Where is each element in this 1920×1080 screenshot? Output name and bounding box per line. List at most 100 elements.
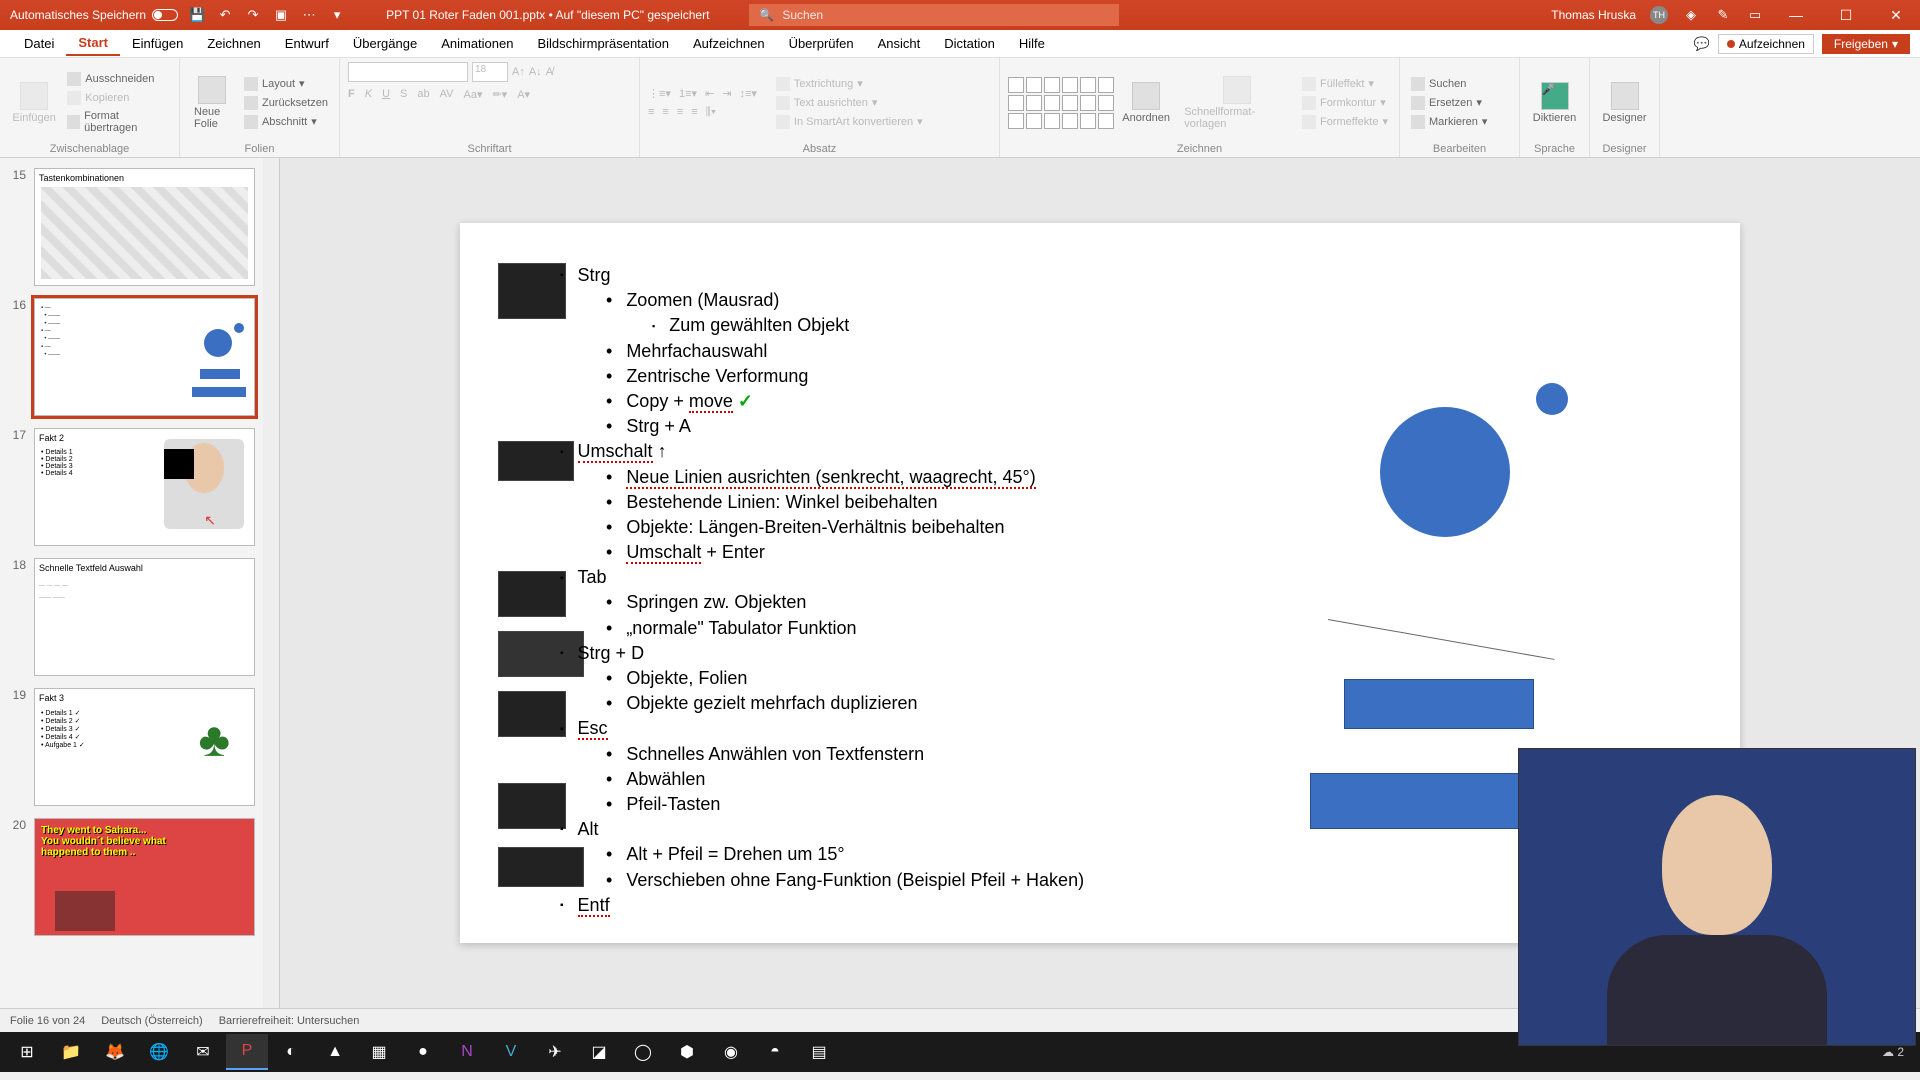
designer-button[interactable]: Designer bbox=[1598, 78, 1651, 128]
justify-icon[interactable]: ≡ bbox=[691, 106, 697, 119]
cut-button[interactable]: Ausschneiden bbox=[64, 71, 171, 87]
tab-uebergaenge[interactable]: Übergänge bbox=[341, 32, 429, 55]
redo-icon[interactable]: ↷ bbox=[244, 6, 262, 24]
chrome-icon[interactable]: 🌐 bbox=[138, 1034, 180, 1070]
slide-thumb-15[interactable]: 15 Tastenkombinationen bbox=[0, 162, 263, 292]
app-icon-6[interactable]: ⬢ bbox=[666, 1034, 708, 1070]
search-input[interactable]: 🔍 Suchen bbox=[749, 4, 1119, 26]
shape-line[interactable] bbox=[1328, 619, 1555, 660]
paste-button[interactable]: Einfügen bbox=[8, 78, 60, 128]
start-button[interactable]: ⊞ bbox=[6, 1034, 48, 1070]
reset-button[interactable]: Zurücksetzen bbox=[241, 95, 331, 111]
tab-dictation[interactable]: Dictation bbox=[932, 32, 1007, 55]
comments-icon[interactable]: 💬 bbox=[1694, 36, 1710, 52]
diamond-icon[interactable]: ◈ bbox=[1682, 6, 1700, 24]
powerpoint-icon[interactable]: P bbox=[226, 1034, 268, 1070]
copy-button[interactable]: Kopieren bbox=[64, 90, 171, 106]
app-icon-1[interactable]: ◐ bbox=[270, 1034, 312, 1070]
tab-hilfe[interactable]: Hilfe bbox=[1007, 32, 1057, 55]
visio-icon[interactable]: V bbox=[490, 1034, 532, 1070]
new-slide-button[interactable]: Neue Folie bbox=[188, 72, 237, 134]
font-color-icon[interactable]: A▾ bbox=[517, 88, 530, 101]
case-icon[interactable]: Aa▾ bbox=[463, 88, 482, 101]
italic-button[interactable]: K bbox=[365, 88, 372, 101]
telegram-icon[interactable]: ✈ bbox=[534, 1034, 576, 1070]
shape-rect-1[interactable] bbox=[1344, 679, 1534, 729]
app-icon-3[interactable]: ● bbox=[402, 1034, 444, 1070]
tab-entwurf[interactable]: Entwurf bbox=[273, 32, 341, 55]
app-icon-8[interactable]: ◓ bbox=[754, 1034, 796, 1070]
section-button[interactable]: Abschnitt▾ bbox=[241, 114, 331, 130]
app-icon-2[interactable]: ▦ bbox=[358, 1034, 400, 1070]
thumb-scrollbar[interactable] bbox=[263, 158, 279, 1008]
vlc-icon[interactable]: ▲ bbox=[314, 1034, 356, 1070]
slide-thumb-19[interactable]: 19 Fakt 3 • Details 1 ✓• Details 2 ✓• De… bbox=[0, 682, 263, 812]
share-button[interactable]: Freigeben▾ bbox=[1822, 34, 1910, 54]
fill-button[interactable]: Fülleffekt▾ bbox=[1299, 76, 1391, 92]
minimize-button[interactable]: — bbox=[1778, 0, 1814, 30]
app-icon-7[interactable]: ◉ bbox=[710, 1034, 752, 1070]
onenote-icon[interactable]: N bbox=[446, 1034, 488, 1070]
user-name[interactable]: Thomas Hruska bbox=[1551, 8, 1636, 22]
tab-ueberpruefen[interactable]: Überprüfen bbox=[777, 32, 866, 55]
align-text-button[interactable]: Text ausrichten▾ bbox=[773, 95, 926, 111]
pen-icon[interactable]: ✎ bbox=[1714, 6, 1732, 24]
clear-format-icon[interactable]: A̸ bbox=[546, 66, 553, 78]
shapes-gallery[interactable] bbox=[1008, 77, 1114, 129]
bold-button[interactable]: F bbox=[348, 88, 355, 101]
dictate-button[interactable]: 🎤Diktieren bbox=[1528, 78, 1581, 128]
record-button[interactable]: Aufzeichnen bbox=[1718, 34, 1814, 54]
tab-ansicht[interactable]: Ansicht bbox=[866, 32, 933, 55]
autosave-toggle[interactable]: Automatisches Speichern bbox=[10, 8, 178, 22]
underline-button[interactable]: U bbox=[382, 88, 390, 101]
firefox-icon[interactable]: 🦊 bbox=[94, 1034, 136, 1070]
outline-button[interactable]: Formkontur▾ bbox=[1299, 95, 1391, 111]
app-icon-4[interactable]: ◪ bbox=[578, 1034, 620, 1070]
present-icon[interactable]: ▣ bbox=[272, 6, 290, 24]
textdir-button[interactable]: Textrichtung▾ bbox=[773, 76, 926, 92]
undo-icon[interactable]: ↶ bbox=[216, 6, 234, 24]
weather-tray[interactable]: ☁ 2 bbox=[1882, 1045, 1904, 1059]
language-status[interactable]: Deutsch (Österreich) bbox=[101, 1015, 202, 1027]
outlook-icon[interactable]: ✉ bbox=[182, 1034, 224, 1070]
slide-counter[interactable]: Folie 16 von 24 bbox=[10, 1015, 85, 1027]
document-title[interactable]: PPT 01 Roter Faden 001.pptx • Auf "diese… bbox=[386, 8, 709, 22]
shrink-font-icon[interactable]: A↓ bbox=[529, 66, 542, 78]
select-button[interactable]: Markieren▾ bbox=[1408, 114, 1490, 130]
numbers-icon[interactable]: 1≡▾ bbox=[679, 87, 697, 100]
align-right-icon[interactable]: ≡ bbox=[677, 106, 683, 119]
arrange-button[interactable]: Anordnen bbox=[1118, 78, 1174, 128]
find-button[interactable]: Suchen bbox=[1408, 76, 1490, 92]
accessibility-status[interactable]: Barrierefreiheit: Untersuchen bbox=[219, 1015, 360, 1027]
tab-animationen[interactable]: Animationen bbox=[429, 32, 525, 55]
tab-zeichnen[interactable]: Zeichnen bbox=[195, 32, 272, 55]
replace-button[interactable]: Ersetzen▾ bbox=[1408, 95, 1490, 111]
indent-icon[interactable]: ⇥ bbox=[722, 87, 731, 100]
slide-thumb-18[interactable]: 18 Schnelle Textfeld Auswahl— — — ——— —— bbox=[0, 552, 263, 682]
tab-datei[interactable]: Datei bbox=[12, 32, 66, 55]
app-icon-5[interactable]: ◯ bbox=[622, 1034, 664, 1070]
align-center-icon[interactable]: ≡ bbox=[662, 106, 668, 119]
close-button[interactable]: ✕ bbox=[1878, 0, 1914, 30]
highlight-icon[interactable]: ✏▾ bbox=[492, 88, 507, 101]
smartart-button[interactable]: In SmartArt konvertieren▾ bbox=[773, 114, 926, 130]
explorer-icon[interactable]: 📁 bbox=[50, 1034, 92, 1070]
qat-dropdown-icon[interactable]: ▾ bbox=[328, 6, 346, 24]
shape-circle-small[interactable] bbox=[1536, 383, 1568, 415]
font-size-select[interactable]: 18 bbox=[472, 62, 508, 82]
linespace-icon[interactable]: ↕≡▾ bbox=[739, 87, 756, 100]
slide-thumb-20[interactable]: 20 They went to Sahara...You wouldn´t be… bbox=[0, 812, 263, 942]
bullets-icon[interactable]: ⋮≡▾ bbox=[648, 87, 671, 100]
slide-thumb-16[interactable]: 16 ▪ — • —— • ——▪ — • ——▪ — • —— bbox=[0, 292, 263, 422]
strike-button[interactable]: S bbox=[400, 88, 407, 101]
app-icon-9[interactable]: ▤ bbox=[798, 1034, 840, 1070]
save-icon[interactable]: 💾 bbox=[188, 6, 206, 24]
font-family-select[interactable] bbox=[348, 62, 468, 82]
tab-aufzeichnen[interactable]: Aufzeichnen bbox=[681, 32, 777, 55]
align-left-icon[interactable]: ≡ bbox=[648, 106, 654, 119]
outdent-icon[interactable]: ⇤ bbox=[705, 87, 714, 100]
tab-start[interactable]: Start bbox=[66, 31, 120, 56]
spacing-icon[interactable]: AV bbox=[440, 88, 454, 101]
grow-font-icon[interactable]: A↑ bbox=[512, 66, 525, 78]
quick-styles-button[interactable]: Schnellformat-vorlagen bbox=[1178, 72, 1295, 134]
